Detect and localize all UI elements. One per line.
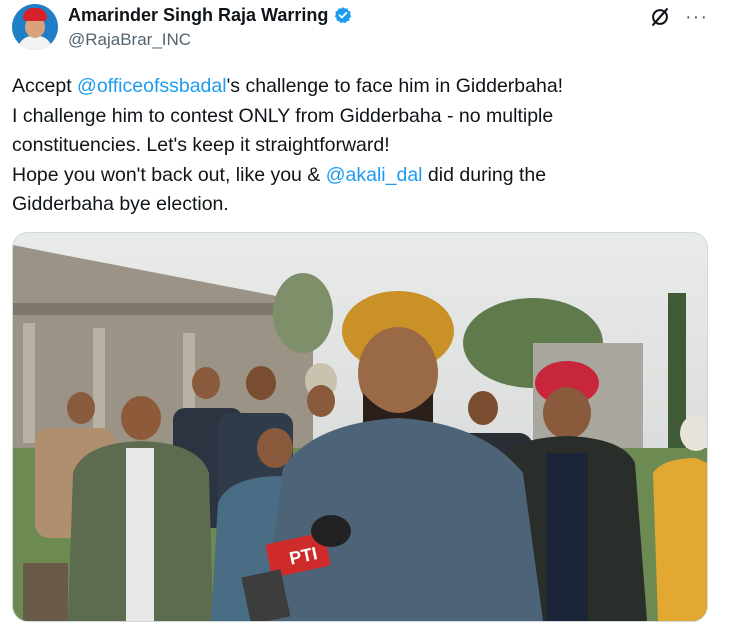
- verified-badge-icon: [334, 6, 352, 24]
- mention-link[interactable]: @officeofssbadal: [77, 75, 227, 97]
- avatar-turban: [23, 8, 47, 21]
- tweet: Amarinder Singh Raja Warring @RajaBrar_I…: [0, 0, 730, 635]
- tweet-line: I challenge him to contest ONLY from Gid…: [12, 104, 554, 127]
- tweet-text: Accept @officeofssbadal's challenge to f…: [12, 72, 712, 220]
- author-name-row: Amarinder Singh Raja Warring: [68, 4, 352, 26]
- tweet-line: Accept @officeofssbadal's challenge to f…: [12, 75, 564, 97]
- author-handle[interactable]: @RajaBrar_INC: [68, 30, 191, 50]
- tweet-line: constituencies. Let's keep it straightfo…: [12, 134, 390, 156]
- more-options-icon[interactable]: ···: [685, 7, 708, 27]
- avatar-body: [18, 36, 52, 50]
- avatar[interactable]: [12, 4, 58, 50]
- mention-link[interactable]: @akali_dal: [326, 164, 423, 186]
- tweet-actions-top: ···: [649, 6, 708, 28]
- tweet-line: Hope you won't back out, like you & @aka…: [12, 163, 547, 186]
- grok-icon[interactable]: [649, 6, 671, 28]
- author-name[interactable]: Amarinder Singh Raja Warring: [68, 5, 328, 26]
- tweet-line: Gidderbaha bye election.: [12, 193, 229, 215]
- tweet-photo[interactable]: PTI: [12, 232, 708, 622]
